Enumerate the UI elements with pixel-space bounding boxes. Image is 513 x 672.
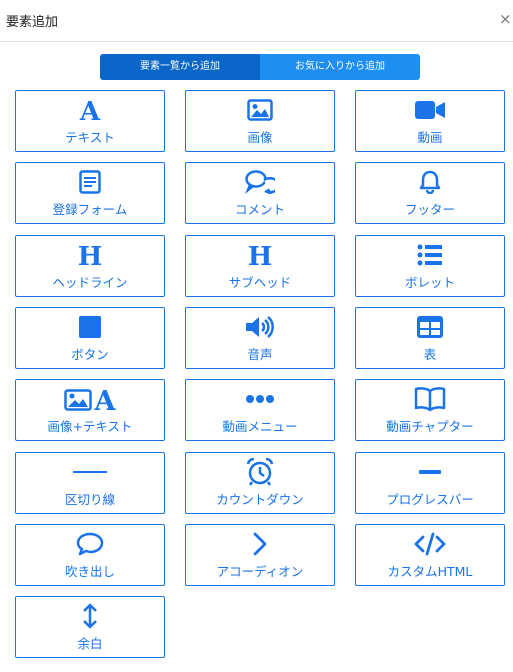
element-tile-ellipsis[interactable]: 動画メニュー — [185, 379, 335, 441]
svg-text:A: A — [79, 98, 101, 122]
element-tile-video-camera[interactable]: 動画 — [355, 90, 505, 152]
element-tile-label: 画像 — [247, 130, 273, 145]
divider-line-icon — [16, 459, 164, 485]
close-icon[interactable]: × — [499, 10, 513, 28]
element-tile-label: ボレット — [404, 275, 455, 290]
element-tile-label: 動画 — [417, 130, 443, 145]
element-tile-subheading[interactable]: H サブヘッド — [185, 235, 335, 297]
element-tile-heading[interactable]: H ヘッドライン — [15, 235, 165, 297]
element-tile-alarm-clock[interactable]: カウントダウン — [185, 452, 335, 514]
svg-text:H: H — [78, 243, 103, 267]
image-icon — [186, 97, 334, 123]
svg-text:A: A — [94, 386, 116, 412]
element-tile-code[interactable]: カスタムHTML — [355, 524, 505, 586]
comments-icon — [186, 169, 334, 195]
element-tile-label: テキスト — [65, 130, 115, 145]
tab-element-list[interactable]: 要素一覧から追加 — [100, 54, 260, 80]
element-tile-vertical-arrows[interactable]: 余白 — [15, 596, 165, 658]
element-tile-label: ヘッドライン — [52, 275, 128, 290]
element-tile-label: アコーディオン — [216, 564, 304, 579]
subheading-icon: H — [186, 242, 334, 268]
element-tile-label: コメント — [234, 202, 285, 217]
volume-icon — [186, 314, 334, 340]
vertical-arrows-icon — [16, 603, 164, 629]
chevron-right-icon — [186, 531, 334, 557]
element-tile-label: ボタン — [71, 347, 109, 362]
element-tile-speech-bubble[interactable]: 吹き出し — [15, 524, 165, 586]
alarm-clock-icon — [186, 458, 334, 486]
heading-icon: H — [16, 242, 164, 268]
minus-icon — [356, 459, 504, 485]
element-tile-chevron-right[interactable]: アコーディオン — [185, 524, 335, 586]
bell-icon — [356, 169, 504, 195]
element-tile-label: 区切り線 — [64, 492, 115, 507]
text-a-icon: A — [16, 97, 164, 123]
ellipsis-icon — [186, 386, 334, 412]
form-icon — [16, 169, 164, 195]
element-tile-text-a[interactable]: A テキスト — [15, 90, 165, 152]
speech-bubble-icon — [16, 531, 164, 557]
book-open-icon — [356, 386, 504, 412]
dialog-header: 要素追加 × — [0, 0, 513, 42]
element-tile-table[interactable]: 表 — [355, 307, 505, 369]
square-icon — [16, 314, 164, 340]
element-tile-divider-line[interactable]: 区切り線 — [15, 452, 165, 514]
element-tile-comments[interactable]: コメント — [185, 162, 335, 224]
element-tile-image[interactable]: 画像 — [185, 90, 335, 152]
element-tile-volume[interactable]: 音声 — [185, 307, 335, 369]
element-tile-label: 表 — [423, 347, 437, 362]
element-tile-label: 画像+テキスト — [47, 419, 133, 434]
element-tile-list[interactable]: ボレット — [355, 235, 505, 297]
element-tile-book-open[interactable]: 動画チャプター — [355, 379, 505, 441]
table-icon — [356, 314, 504, 340]
element-tile-minus[interactable]: プログレスバー — [355, 452, 505, 514]
element-tile-label: フッター — [404, 202, 455, 217]
element-tile-label: 余白 — [77, 636, 103, 651]
element-tile-label: カスタムHTML — [387, 564, 473, 579]
source-tabs: 要素一覧から追加 お気に入りから追加 — [100, 54, 420, 80]
dialog-title: 要素追加 — [6, 15, 59, 30]
list-icon — [356, 242, 504, 268]
element-tile-image-text[interactable]: A 画像+テキスト — [15, 379, 165, 441]
element-tile-bell[interactable]: フッター — [355, 162, 505, 224]
element-tile-label: プログレスバー — [386, 492, 474, 507]
element-tile-label: カウントダウン — [216, 492, 304, 507]
element-tile-label: 吹き出し — [64, 564, 115, 579]
element-tile-label: 登録フォーム — [52, 202, 128, 217]
element-tile-label: 音声 — [247, 347, 273, 362]
element-tile-form[interactable]: 登録フォーム — [15, 162, 165, 224]
tab-favorites[interactable]: お気に入りから追加 — [260, 54, 420, 80]
video-camera-icon — [356, 97, 504, 123]
code-icon — [356, 531, 504, 557]
svg-text:H: H — [248, 243, 273, 267]
image-text-icon: A — [16, 386, 164, 412]
element-tile-label: 動画チャプター — [386, 419, 474, 434]
element-tile-label: サブヘッド — [228, 275, 292, 290]
element-tile-label: 動画メニュー — [222, 419, 298, 434]
element-tile-square[interactable]: ボタン — [15, 307, 165, 369]
